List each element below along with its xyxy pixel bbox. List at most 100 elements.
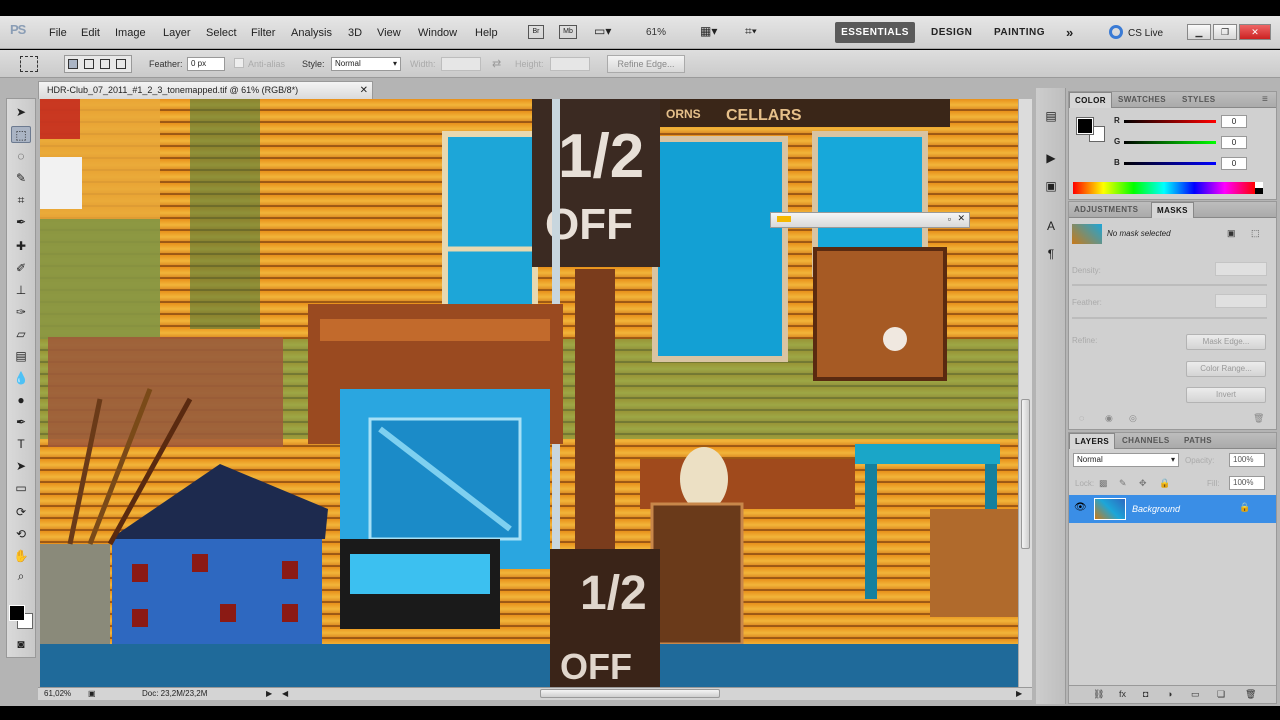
view-extras-icon[interactable]: ▭▾: [594, 24, 622, 40]
eyedropper-tool-icon[interactable]: ✒: [11, 214, 31, 231]
density-slider[interactable]: [1072, 284, 1267, 286]
eraser-tool-icon[interactable]: ▱: [11, 326, 31, 343]
load-selection-icon[interactable]: ◌: [1079, 413, 1084, 423]
tab-styles[interactable]: STYLES: [1177, 92, 1221, 108]
workspace-essentials[interactable]: ESSENTIALS: [835, 22, 915, 43]
lock-position-icon[interactable]: ✥: [1139, 478, 1147, 489]
status-info-icon[interactable]: ▣: [88, 688, 96, 700]
new-layer-icon[interactable]: ❏: [1217, 689, 1225, 700]
fg-color-chip[interactable]: [1076, 117, 1094, 135]
gradient-tool-icon[interactable]: ▤: [11, 348, 31, 365]
pixel-mask-icon[interactable]: ▣: [1227, 228, 1236, 239]
panel-collapse-icon[interactable]: ▫: [948, 214, 951, 224]
red-value-input[interactable]: 0: [1221, 115, 1247, 128]
new-selection-icon[interactable]: [68, 59, 78, 69]
menu-view[interactable]: View: [377, 27, 401, 39]
apply-mask-icon[interactable]: ◉: [1105, 413, 1113, 424]
disable-mask-icon[interactable]: ◎: [1129, 413, 1137, 424]
horizontal-scroll-thumb[interactable]: [540, 689, 720, 698]
shape-tool-icon[interactable]: ▭: [11, 480, 31, 497]
3d-orbit-tool-icon[interactable]: ⟲: [11, 526, 31, 543]
tab-color[interactable]: COLOR: [1069, 92, 1112, 108]
green-value-input[interactable]: 0: [1221, 136, 1247, 149]
scroll-left-icon[interactable]: ◀: [282, 688, 288, 700]
menu-image[interactable]: Image: [115, 27, 146, 39]
zoom-level-dropdown[interactable]: 61%: [646, 27, 666, 38]
blue-value-input[interactable]: 0: [1221, 157, 1247, 170]
selection-mode-group[interactable]: [64, 55, 132, 73]
subtract-selection-icon[interactable]: [100, 59, 110, 69]
delete-layer-icon[interactable]: 🗑: [1245, 689, 1256, 700]
black-white-ramp[interactable]: [1255, 182, 1263, 194]
visibility-eye-icon[interactable]: 👁: [1074, 502, 1087, 513]
menu-filter[interactable]: Filter: [251, 27, 275, 39]
menu-edit[interactable]: Edit: [81, 27, 100, 39]
workspace-design[interactable]: DESIGN: [931, 22, 972, 43]
brush-tool-icon[interactable]: ✐: [11, 260, 31, 277]
menu-help[interactable]: Help: [475, 27, 498, 39]
mask-edge-button[interactable]: Mask Edge...: [1186, 334, 1266, 350]
actions-panel-icon[interactable]: ▶: [1042, 150, 1060, 166]
layer-style-icon[interactable]: fx: [1119, 689, 1126, 699]
zoom-percentage[interactable]: 61,02%: [44, 688, 71, 700]
swap-dimensions-icon[interactable]: ⇄: [492, 57, 501, 70]
new-group-icon[interactable]: ▭: [1191, 689, 1200, 700]
delete-mask-icon[interactable]: 🗑: [1253, 413, 1264, 424]
feather-mask-slider[interactable]: [1072, 317, 1267, 319]
intersect-selection-icon[interactable]: [116, 59, 126, 69]
screen-mode-icon[interactable]: ⌗▾: [745, 24, 757, 39]
invert-button[interactable]: Invert: [1186, 387, 1266, 403]
anti-alias-checkbox[interactable]: [234, 58, 244, 68]
density-input[interactable]: [1215, 262, 1267, 276]
refine-edge-button[interactable]: Refine Edge...: [607, 55, 685, 73]
type-tool-icon[interactable]: T: [11, 436, 31, 453]
document-canvas[interactable]: 1/2 OFF CELLARS ORNS 1/2 OFF: [40, 99, 1018, 687]
add-mask-icon[interactable]: ◘: [1143, 689, 1148, 699]
scroll-right-icon[interactable]: ▶: [1016, 688, 1022, 700]
vertical-scroll-thumb[interactable]: [1021, 399, 1030, 549]
color-range-button[interactable]: Color Range...: [1186, 361, 1266, 377]
add-selection-icon[interactable]: [84, 59, 94, 69]
color-spectrum-ramp[interactable]: [1073, 182, 1255, 194]
menu-select[interactable]: Select: [206, 27, 237, 39]
spot-healing-tool-icon[interactable]: ✚: [11, 238, 31, 255]
lock-pixels-icon[interactable]: ✎: [1119, 478, 1127, 489]
document-tab[interactable]: HDR-Club_07_2011_#1_2_3_tonemapped.tif @…: [38, 81, 373, 99]
adjustment-layer-icon[interactable]: ◑: [1167, 689, 1172, 699]
paragraph-panel-icon[interactable]: ¶: [1042, 246, 1060, 262]
red-slider[interactable]: [1124, 120, 1216, 123]
tab-layers[interactable]: LAYERS: [1069, 433, 1116, 449]
workspace-painting[interactable]: PAINTING: [994, 22, 1045, 43]
zoom-tool-icon[interactable]: ⌕: [11, 568, 31, 585]
layer-name[interactable]: Background: [1132, 504, 1180, 514]
menu-window[interactable]: Window: [418, 27, 457, 39]
hand-tool-icon[interactable]: ✋: [11, 548, 31, 565]
vertical-scrollbar[interactable]: [1018, 99, 1032, 687]
marquee-tool-icon[interactable]: ⬚: [11, 126, 31, 143]
restore-icon[interactable]: ❐: [1213, 24, 1237, 40]
floating-mini-panel[interactable]: ▫ ✕: [770, 212, 970, 228]
quick-mask-icon[interactable]: ◙: [11, 636, 31, 653]
panel-close-icon[interactable]: ✕: [957, 213, 965, 224]
more-workspaces-icon[interactable]: »: [1066, 22, 1074, 43]
close-icon[interactable]: ✕: [1239, 24, 1271, 40]
tab-channels[interactable]: CHANNELS: [1117, 433, 1175, 449]
mini-bridge-icon[interactable]: Mb: [559, 25, 577, 39]
3d-rotate-tool-icon[interactable]: ⟳: [11, 504, 31, 521]
lock-transparent-icon[interactable]: ▩: [1099, 478, 1108, 489]
lock-all-icon[interactable]: 🔒: [1159, 478, 1170, 489]
crop-tool-icon[interactable]: ⌗: [11, 192, 31, 209]
dodge-tool-icon[interactable]: ●: [11, 392, 31, 409]
minimize-icon[interactable]: ▁: [1187, 24, 1211, 40]
feather-mask-input[interactable]: [1215, 294, 1267, 308]
clone-stamp-tool-icon[interactable]: ⊥: [11, 282, 31, 299]
blue-slider[interactable]: [1124, 162, 1216, 165]
tab-masks[interactable]: MASKS: [1151, 202, 1194, 218]
rectangular-marquee-preset-icon[interactable]: [20, 56, 38, 72]
link-layers-icon[interactable]: ⛓: [1093, 689, 1104, 700]
blur-tool-icon[interactable]: 💧: [11, 370, 31, 387]
path-selection-tool-icon[interactable]: ➤: [11, 458, 31, 475]
cs-live-label[interactable]: CS Live: [1128, 28, 1163, 39]
tab-paths[interactable]: PATHS: [1179, 433, 1217, 449]
lasso-tool-icon[interactable]: ◌: [11, 148, 31, 165]
